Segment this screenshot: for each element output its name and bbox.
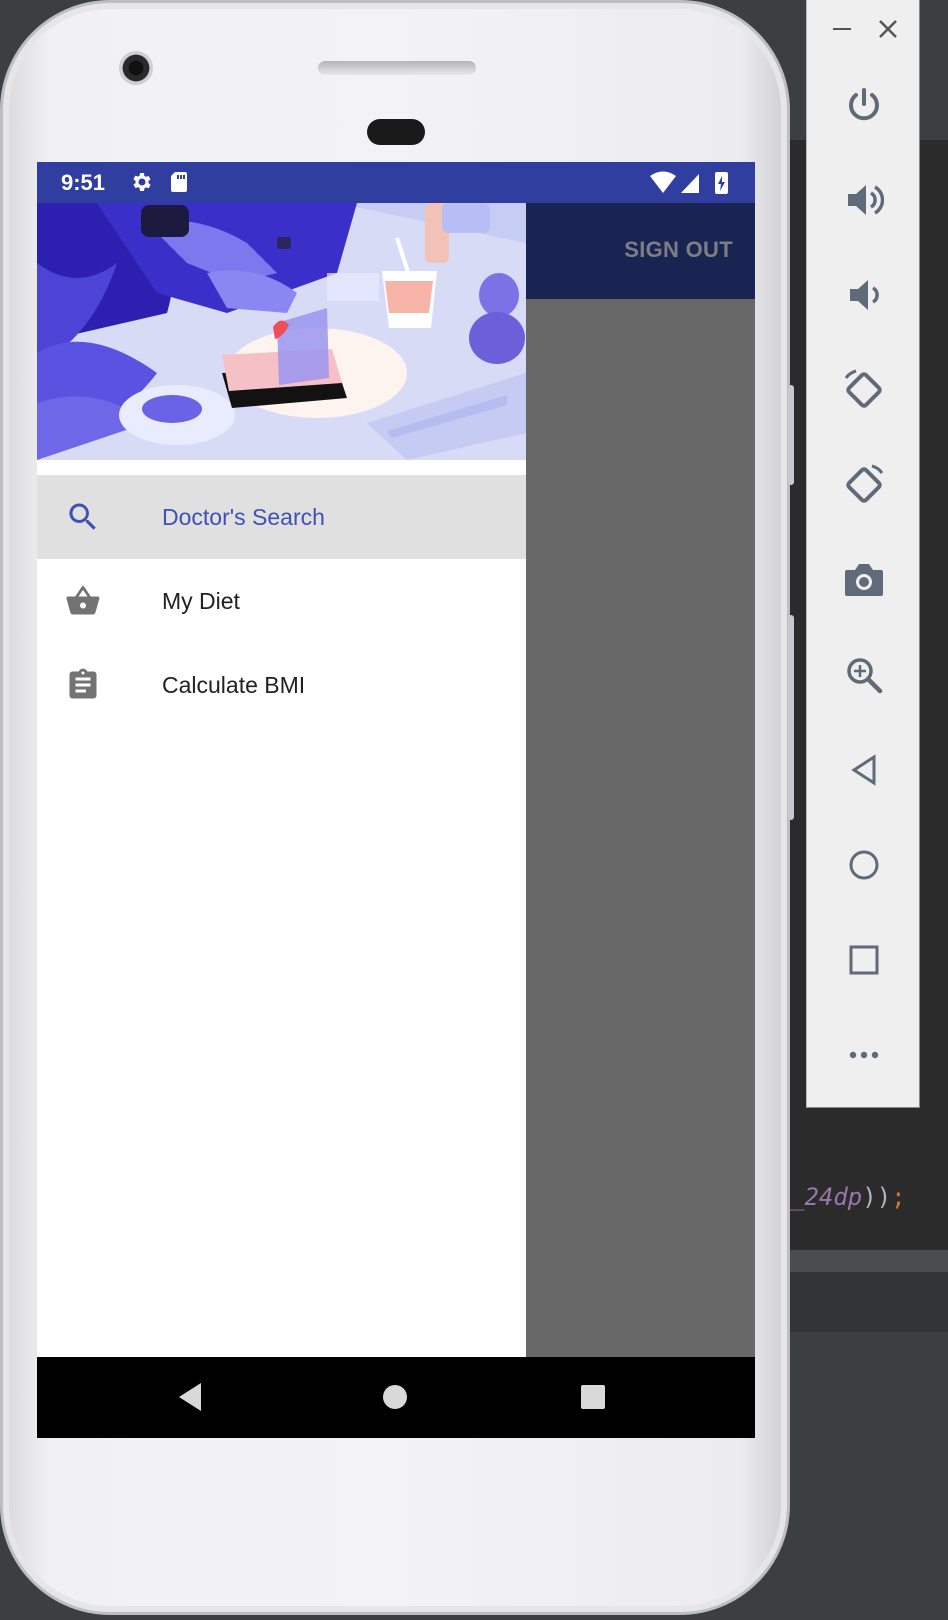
home-icon[interactable] [840, 841, 888, 889]
basket-icon [65, 583, 101, 619]
rotate-right-icon[interactable] [840, 461, 888, 509]
status-bar: 9:51 [37, 162, 755, 203]
overview-icon[interactable] [840, 936, 888, 984]
nav-item-my-diet[interactable]: My Diet [37, 559, 526, 643]
signal-icon [681, 174, 699, 193]
rotate-left-icon[interactable] [840, 366, 888, 414]
phone-power-button [788, 385, 794, 485]
close-icon[interactable] [873, 14, 903, 44]
camera-icon[interactable] [840, 556, 888, 604]
speaker-grille [318, 61, 476, 75]
drawer-scrim[interactable] [525, 299, 755, 1357]
sd-card-icon [169, 170, 189, 200]
recents-icon[interactable] [579, 1381, 607, 1418]
gear-icon [129, 170, 153, 200]
minimize-icon[interactable] [827, 14, 857, 44]
clipboard-icon [65, 667, 101, 703]
status-icons [649, 170, 735, 202]
front-camera [119, 51, 153, 85]
drawer-header-image [37, 203, 526, 460]
earpiece-sensor [367, 119, 425, 145]
phone-frame: 9:51 SIGN OUT Doctor's Search My Diet Ca… [0, 0, 790, 1615]
nav-item-calculate-bmi[interactable]: Calculate BMI [37, 643, 526, 727]
navigation-drawer: Doctor's Search My Diet Calculate BMI [37, 203, 526, 1357]
nav-item-label: Calculate BMI [162, 672, 306, 698]
volume-up-icon[interactable] [840, 176, 888, 224]
sign-out-button[interactable]: SIGN OUT [624, 237, 733, 263]
more-icon[interactable] [840, 1031, 888, 1079]
phone-volume-button [788, 615, 794, 820]
status-time: 9:51 [61, 170, 106, 195]
home-icon[interactable] [381, 1381, 409, 1418]
nav-item-label: Doctor's Search [162, 504, 325, 530]
app-toolbar: SIGN OUT [525, 203, 755, 299]
android-navigation-bar [37, 1357, 755, 1438]
ide-code-punct: )) [862, 1183, 892, 1211]
nav-item-label: My Diet [162, 588, 240, 614]
ide-code-comment: _24dp [790, 1183, 863, 1211]
zoom-icon[interactable] [840, 651, 888, 699]
ide-code-semicolon: ; [891, 1183, 906, 1211]
power-icon[interactable] [840, 81, 888, 129]
volume-down-icon[interactable] [840, 271, 888, 319]
device-screen: 9:51 SIGN OUT Doctor's Search My Diet Ca… [37, 162, 755, 1438]
search-icon [65, 499, 101, 535]
wifi-icon [650, 171, 676, 193]
ide-code-line[interactable]: _24dp)); [790, 1183, 906, 1211]
nav-item-doctors-search[interactable]: Doctor's Search [37, 475, 526, 559]
emulator-control-panel [806, 0, 920, 1108]
back-icon[interactable] [840, 746, 888, 794]
back-icon[interactable] [175, 1381, 205, 1418]
